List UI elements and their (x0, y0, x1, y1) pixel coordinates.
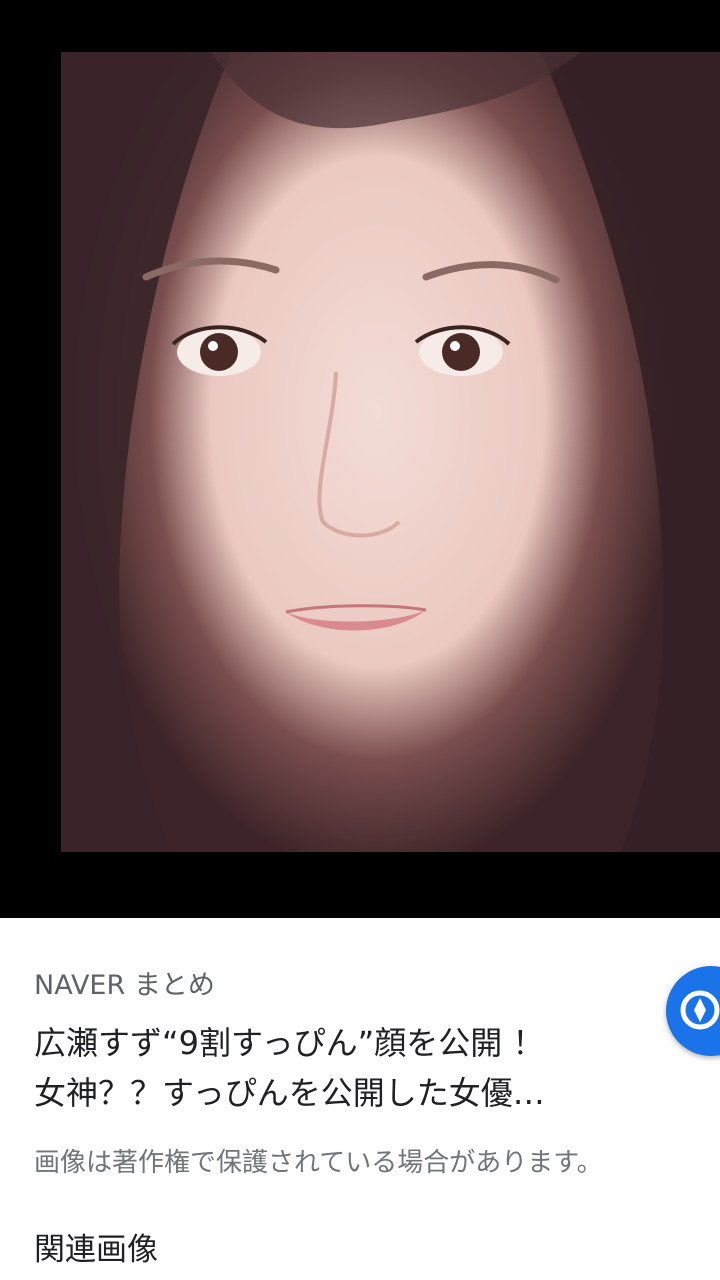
result-image[interactable] (61, 52, 720, 852)
image-viewer (0, 0, 720, 918)
result-title-line-2: 女神？？すっぴんを公開した女優… (34, 1074, 545, 1112)
related-images-heading: 関連画像 (34, 1232, 158, 1268)
copyright-notice: 画像は著作権で保護されている場合があります。 (34, 1148, 603, 1178)
result-title[interactable]: 広瀬すず“9割すっぴん”顔を公開 ！ 女神？？すっぴんを公開した女優… (34, 1018, 654, 1118)
compass-icon (680, 990, 720, 1030)
portrait-photo (61, 52, 720, 852)
source-site-label[interactable]: NAVER まとめ (34, 963, 215, 1002)
result-title-line-1: 広瀬すず“9割すっぴん”顔を公開 ！ (34, 1024, 545, 1062)
